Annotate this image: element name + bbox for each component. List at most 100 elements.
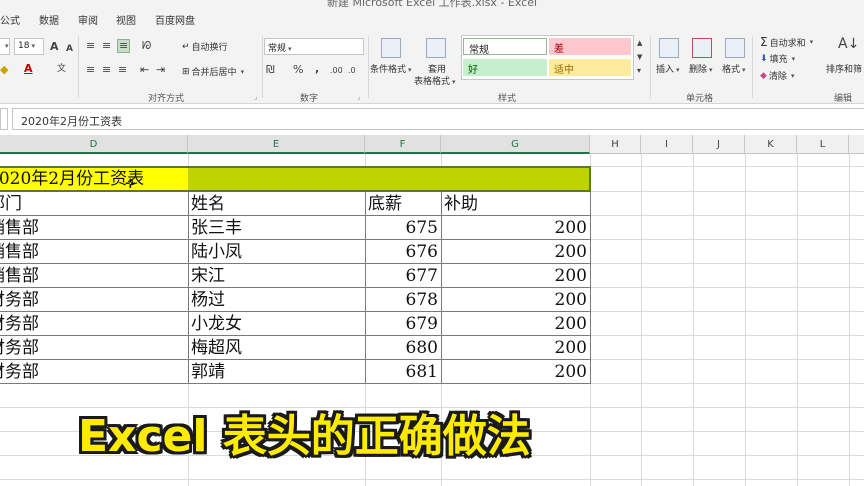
table-cell-bonus[interactable]: 200 [444,288,587,312]
fill-color-icon[interactable]: ◆ [0,64,8,76]
table-cell-bonus[interactable]: 200 [444,264,587,288]
gallery-scroll-down-icon[interactable]: ▼ [637,51,642,63]
orientation-icon[interactable]: ᘗ [142,40,151,52]
style-neutral[interactable]: 适中 [549,59,631,76]
conditional-format-button[interactable]: 条件格式 [370,62,412,75]
gallery-more-icon[interactable]: ▾ [637,65,641,77]
table-cell-name[interactable]: 张三丰 [191,216,363,240]
align-bottom-icon[interactable]: ≡ [117,39,131,53]
fill-button[interactable]: ⬇ 填充 [760,52,795,66]
tab-review[interactable]: 审阅 [78,12,98,27]
table-cell-dept[interactable]: 财务部 [0,360,188,384]
autosum-button[interactable]: Σ 自动求和 [760,35,813,49]
table-cell-bonus[interactable]: 200 [444,216,587,240]
tab-data[interactable]: 数据 [39,12,59,27]
sort-filter-icon[interactable]: A↓ [838,37,859,51]
col-header-d[interactable]: D [0,135,188,154]
table-cell-dept[interactable]: 销售部 [0,216,188,240]
table-cell-dept[interactable]: 财务部 [0,288,188,312]
table-cell-dept[interactable]: 财务部 [0,336,188,360]
table-cell-name[interactable]: 杨过 [191,288,363,312]
font-size-box[interactable]: 18 [14,38,44,55]
sheet-title-cell[interactable]: 2020年2月份工资表 [0,167,176,191]
decrease-indent-icon[interactable]: ⇤ [140,64,149,76]
table-cell-base[interactable]: 679 [368,312,438,336]
format-as-table-label-2[interactable]: 表格格式 [414,74,456,87]
format-as-table-icon[interactable] [426,38,446,58]
style-normal[interactable]: 常规 [463,38,547,56]
currency-icon[interactable]: ₪ [266,64,275,76]
percent-button[interactable]: % [293,64,303,76]
style-good[interactable]: 好 [463,59,547,76]
insert-button[interactable]: 插入 [656,62,680,75]
merge-center-button[interactable]: ⊞ 合并后居中 [182,65,244,79]
table-cell-base[interactable]: 675 [368,216,438,240]
table-cell-name[interactable]: 郭靖 [191,360,363,384]
tab-view[interactable]: 视图 [116,12,136,27]
table-cell-bonus[interactable]: 200 [444,312,587,336]
style-bad[interactable]: 差 [549,38,631,55]
table-cell-bonus[interactable]: 200 [444,240,587,264]
alignment-launcher-icon[interactable]: ⌟ [254,93,257,101]
table-cell-dept[interactable]: 销售部 [0,264,188,288]
gridline [693,154,694,486]
decrease-decimal-icon[interactable]: .0 [348,65,356,77]
font-color-icon[interactable]: A [24,63,33,75]
col-header-h[interactable]: H [590,135,641,154]
table-cell-dept[interactable]: 财务部 [0,312,188,336]
table-cell-dept[interactable]: 销售部 [0,240,188,264]
font-shrink-icon[interactable]: A [66,43,73,55]
col-header-i[interactable]: I [641,135,693,154]
number-format-select[interactable]: 常规 [264,38,364,55]
font-name-box[interactable] [0,38,10,55]
table-cell-name[interactable]: 宋江 [191,264,363,288]
table-cell-bonus[interactable]: 200 [444,336,587,360]
col-header-g[interactable]: G [441,135,590,154]
insert-cells-icon[interactable] [659,38,679,58]
increase-indent-icon[interactable]: ⇥ [156,64,165,76]
conditional-format-icon[interactable] [381,38,401,58]
gridline [590,215,864,216]
col-header-f[interactable]: F [365,135,441,154]
tab-baidu-netdisk[interactable]: 百度网盘 [155,12,195,27]
align-left-icon[interactable]: ≡ [86,64,95,76]
header-dept[interactable]: 部门 [0,192,188,216]
delete-cells-icon[interactable] [692,38,712,58]
format-button[interactable]: 格式 [722,62,746,75]
header-name[interactable]: 姓名 [191,192,363,216]
gallery-scroll-up-icon[interactable]: ▲ [637,37,642,49]
name-box-edge[interactable] [0,108,8,130]
number-launcher-icon[interactable]: ⌟ [357,93,360,101]
table-cell-name[interactable]: 小龙女 [191,312,363,336]
sort-filter-button[interactable]: 排序和筛 [826,62,862,75]
formula-input[interactable]: 2020年2月份工资表 [12,108,864,130]
align-middle-icon[interactable]: ≡ [102,40,111,52]
col-header-m[interactable] [849,135,864,154]
increase-decimal-icon[interactable]: .00 [330,65,343,77]
clear-button[interactable]: ◆ 清除 [760,69,794,83]
header-allowance[interactable]: 补助 [444,192,588,216]
table-cell-base[interactable]: 681 [368,360,438,384]
table-cell-base[interactable]: 678 [368,288,438,312]
col-header-e[interactable]: E [188,135,365,154]
font-grow-icon[interactable]: A [50,41,59,53]
wrap-text-button[interactable]: ↵ 自动换行 [182,40,228,54]
col-header-l[interactable]: L [797,135,849,154]
table-cell-name[interactable]: 梅超风 [191,336,363,360]
table-cell-name[interactable]: 陆小凤 [191,240,363,264]
comma-button[interactable]: , [315,63,319,75]
header-base-salary[interactable]: 底薪 [368,192,439,216]
align-right-icon[interactable]: ≡ [118,64,127,76]
table-cell-base[interactable]: 677 [368,264,438,288]
format-cells-icon[interactable] [725,38,745,58]
phonetic-icon[interactable]: 文 [57,63,66,75]
delete-button[interactable]: 删除 [689,62,713,75]
table-cell-base[interactable]: 680 [368,336,438,360]
tab-formulas[interactable]: 公式 [0,12,20,27]
col-header-j[interactable]: J [693,135,745,154]
align-center-icon[interactable]: ≡ [102,64,111,76]
table-cell-base[interactable]: 676 [368,240,438,264]
table-cell-bonus[interactable]: 200 [444,360,587,384]
align-top-icon[interactable]: ≡ [86,40,95,52]
col-header-k[interactable]: K [745,135,797,154]
